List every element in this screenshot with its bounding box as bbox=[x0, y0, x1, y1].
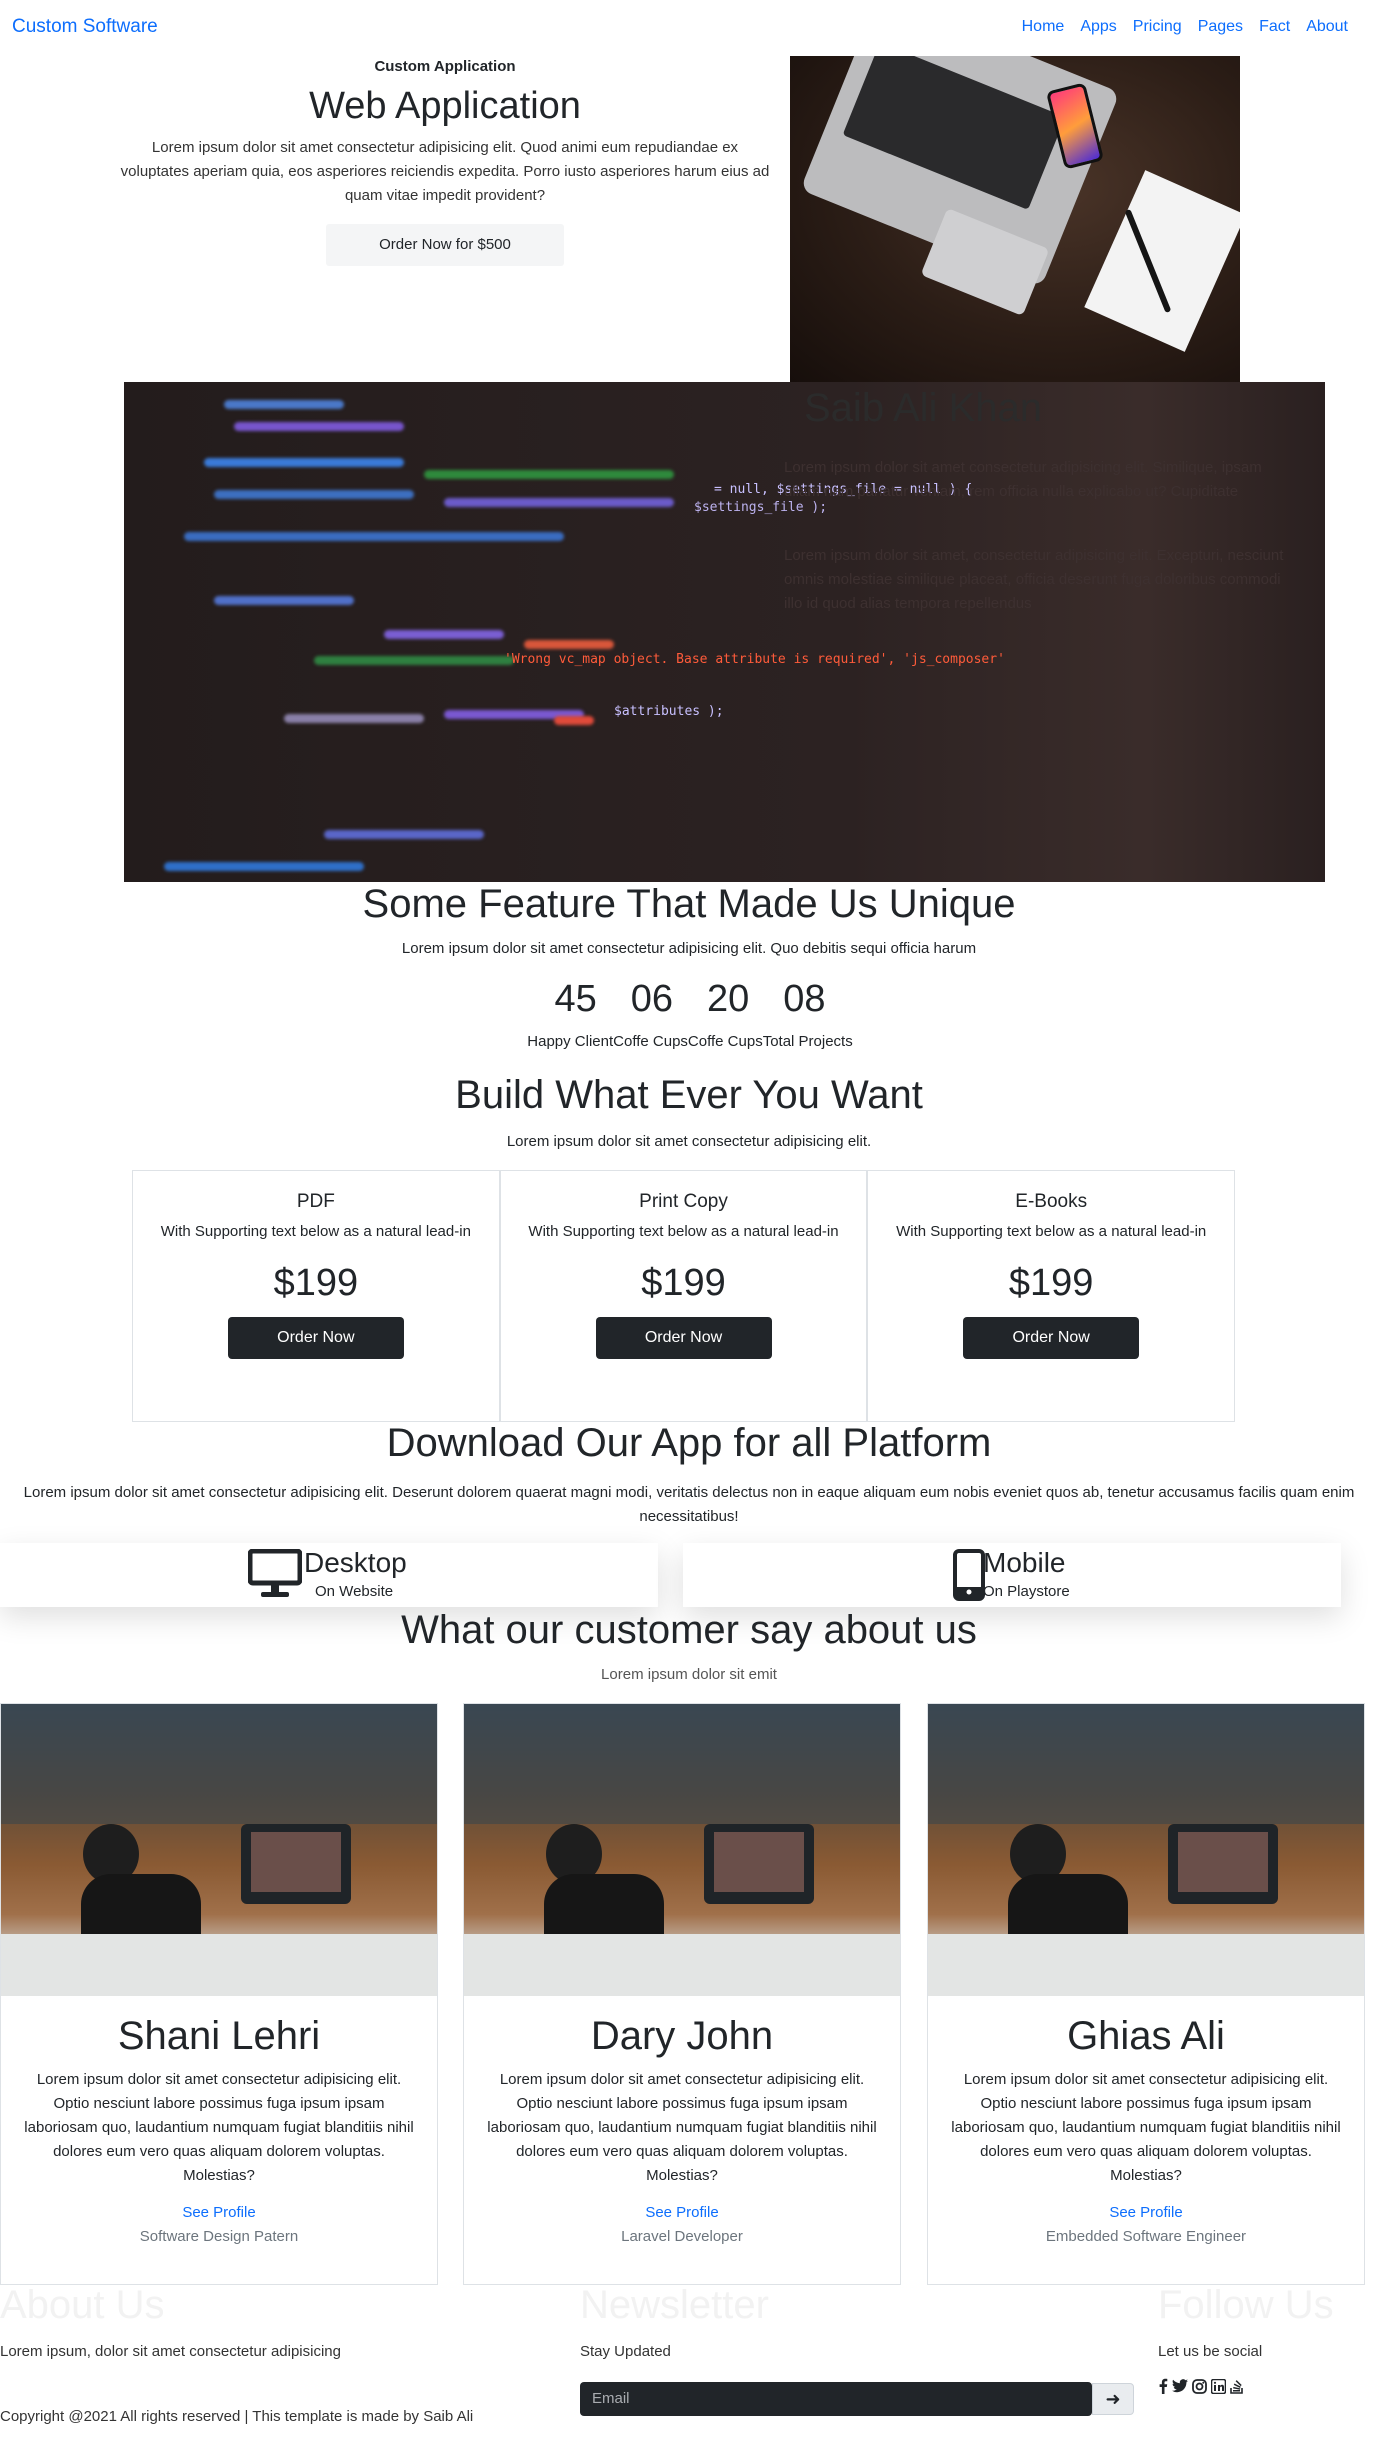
banner-title: Saib Ali Khan bbox=[804, 386, 1042, 430]
stackoverflow-icon[interactable] bbox=[1230, 2378, 1244, 2399]
customer-text: Lorem ipsum dolor sit amet consectetur a… bbox=[24, 2071, 414, 2184]
mobile-icon bbox=[953, 1549, 985, 1606]
subscribe-button[interactable]: ➜ bbox=[1092, 2383, 1134, 2415]
counter-value: 20 bbox=[707, 978, 750, 1020]
testimonial-card: Shani Lehri Lorem ipsum dolor sit amet c… bbox=[0, 1703, 438, 2285]
plan-name: Print Copy bbox=[639, 1191, 728, 1212]
plan-price: $199 bbox=[1008, 1262, 1094, 1304]
nav-link-apps[interactable]: Apps bbox=[1080, 18, 1116, 36]
hero-eyebrow: Custom Application bbox=[374, 58, 516, 75]
plan-price: $199 bbox=[641, 1262, 726, 1304]
linkedin-icon[interactable] bbox=[1210, 2378, 1227, 2399]
plan-text: With Supporting text below as a natural … bbox=[528, 1223, 839, 1240]
nav-link-home[interactable]: Home bbox=[1022, 18, 1065, 36]
platform-name: Mobile bbox=[983, 1547, 1066, 1578]
brand-link[interactable]: Custom Software bbox=[12, 16, 158, 38]
nav-link-pages[interactable]: Pages bbox=[1198, 18, 1243, 36]
order-now-button[interactable]: Order Now bbox=[963, 1317, 1140, 1359]
download-mobile-card[interactable]: Mobile On Playstore bbox=[683, 1543, 1341, 1607]
customers-subtitle: Lorem ipsum dolor sit emit bbox=[601, 1666, 777, 1683]
plan-name: E-Books bbox=[1015, 1191, 1088, 1212]
email-input[interactable]: Email bbox=[580, 2382, 1092, 2416]
customer-photo bbox=[928, 1704, 1364, 1996]
customer-photo bbox=[464, 1704, 900, 1996]
plan-text: With Supporting text below as a natural … bbox=[160, 1223, 471, 1240]
customer-name: Dary John bbox=[590, 2014, 774, 2058]
price-card-print: Print Copy With Supporting text below as… bbox=[499, 1170, 868, 1422]
customer-photo bbox=[1, 1704, 437, 1996]
customer-role: Laravel Developer bbox=[621, 2228, 743, 2245]
copyright: Copyright @2021 All rights reserved | Th… bbox=[0, 2408, 474, 2425]
instagram-icon[interactable] bbox=[1192, 2378, 1207, 2399]
order-now-button[interactable]: Order Now for $500 bbox=[326, 224, 564, 266]
nav-link-about[interactable]: About bbox=[1306, 18, 1348, 36]
code-banner: = null, $settings_file = null ) { $setti… bbox=[124, 382, 1325, 882]
footer-newsletter-text: Stay Updated bbox=[580, 2343, 671, 2360]
features-subtitle: Lorem ipsum dolor sit amet consectetur a… bbox=[401, 940, 977, 957]
nav-link-fact[interactable]: Fact bbox=[1259, 18, 1290, 36]
testimonial-card: Dary John Lorem ipsum dolor sit amet con… bbox=[463, 1703, 901, 2285]
footer-about-heading: About Us bbox=[0, 2283, 165, 2327]
features-title: Some Feature That Made Us Unique bbox=[362, 882, 1016, 926]
plan-text: With Supporting text below as a natural … bbox=[896, 1223, 1207, 1240]
testimonial-card: Ghias Ali Lorem ipsum dolor sit amet con… bbox=[927, 1703, 1365, 2285]
customer-name: Ghias Ali bbox=[1067, 2014, 1225, 2058]
order-now-button[interactable]: Order Now bbox=[227, 1317, 404, 1359]
nav-link-pricing[interactable]: Pricing bbox=[1133, 18, 1182, 36]
banner-paragraph-2: Lorem ipsum dolor sit amet, consectetur … bbox=[784, 547, 1284, 612]
see-profile-link[interactable]: See Profile bbox=[464, 2204, 900, 2221]
counter-value: 08 bbox=[783, 978, 826, 1020]
see-profile-link[interactable]: See Profile bbox=[1, 2204, 437, 2221]
hero-section: Custom Application Web Application Lorem… bbox=[120, 56, 770, 266]
counter-value: 45 bbox=[554, 978, 597, 1020]
customer-text: Lorem ipsum dolor sit amet consectetur a… bbox=[951, 2071, 1341, 2184]
footer-follow-heading: Follow Us bbox=[1158, 2283, 1334, 2327]
pricing-title: Build What Ever You Want bbox=[455, 1073, 923, 1117]
counter-label: Happy Client bbox=[527, 1033, 614, 1050]
download-desktop-card[interactable]: Desktop On Website bbox=[0, 1543, 658, 1607]
footer-about-text: Lorem ipsum, dolor sit amet consectetur … bbox=[0, 2343, 341, 2360]
hero-description: Lorem ipsum dolor sit amet consectetur a… bbox=[120, 139, 770, 204]
facebook-icon[interactable] bbox=[1158, 2378, 1168, 2399]
counter-value: 06 bbox=[630, 978, 673, 1020]
plan-price: $199 bbox=[273, 1262, 359, 1304]
counters: 45 06 20 08 Happy Client Coffe Cups Coff… bbox=[510, 978, 870, 1050]
customer-role: Embedded Software Engineer bbox=[1045, 2228, 1247, 2245]
platform-name: Desktop bbox=[304, 1547, 407, 1578]
pricing-cards: PDF With Supporting text below as a natu… bbox=[132, 1170, 1236, 1422]
platform-sub: On Website bbox=[315, 1583, 394, 1600]
order-now-button[interactable]: Order Now bbox=[595, 1317, 772, 1359]
pricing-subtitle: Lorem ipsum dolor sit amet consectetur a… bbox=[506, 1133, 872, 1150]
counter-label: Coffe Cups bbox=[613, 1033, 688, 1050]
customer-name: Shani Lehri bbox=[117, 2014, 321, 2058]
customer-role: Software Design Patern bbox=[139, 2228, 299, 2245]
desktop-icon bbox=[247, 1548, 303, 1604]
arrow-right-icon: ➜ bbox=[1105, 2389, 1121, 2409]
customers-title: What our customer say about us bbox=[401, 1608, 977, 1652]
download-description: Lorem ipsum dolor sit amet consectetur a… bbox=[23, 1484, 1355, 1525]
footer-follow-text: Let us be social bbox=[1158, 2343, 1263, 2360]
hero-title: Web Application bbox=[309, 85, 581, 127]
price-card-pdf: PDF With Supporting text below as a natu… bbox=[132, 1170, 500, 1422]
price-card-ebooks: E-Books With Supporting text below as a … bbox=[867, 1170, 1236, 1422]
twitter-icon[interactable] bbox=[1172, 2379, 1188, 2398]
social-links bbox=[1158, 2378, 1244, 2399]
nav-links: Home Apps Pricing Pages Fact About bbox=[1022, 18, 1348, 36]
platform-sub: On Playstore bbox=[983, 1583, 1070, 1600]
plan-name: PDF bbox=[296, 1191, 335, 1212]
customer-text: Lorem ipsum dolor sit amet consectetur a… bbox=[487, 2071, 877, 2184]
counter-label: Total Projects bbox=[762, 1033, 853, 1050]
see-profile-link[interactable]: See Profile bbox=[928, 2204, 1364, 2221]
navbar: Custom Software Home Apps Pricing Pages … bbox=[0, 0, 1378, 56]
counter-label: Coffe Cups bbox=[687, 1033, 763, 1050]
footer-newsletter-heading: Newsletter bbox=[580, 2283, 769, 2327]
download-title: Download Our App for all Platform bbox=[386, 1421, 992, 1465]
banner-paragraph-1: Lorem ipsum dolor sit amet consectetur a… bbox=[784, 459, 1262, 500]
laptop-photo bbox=[790, 56, 1240, 382]
